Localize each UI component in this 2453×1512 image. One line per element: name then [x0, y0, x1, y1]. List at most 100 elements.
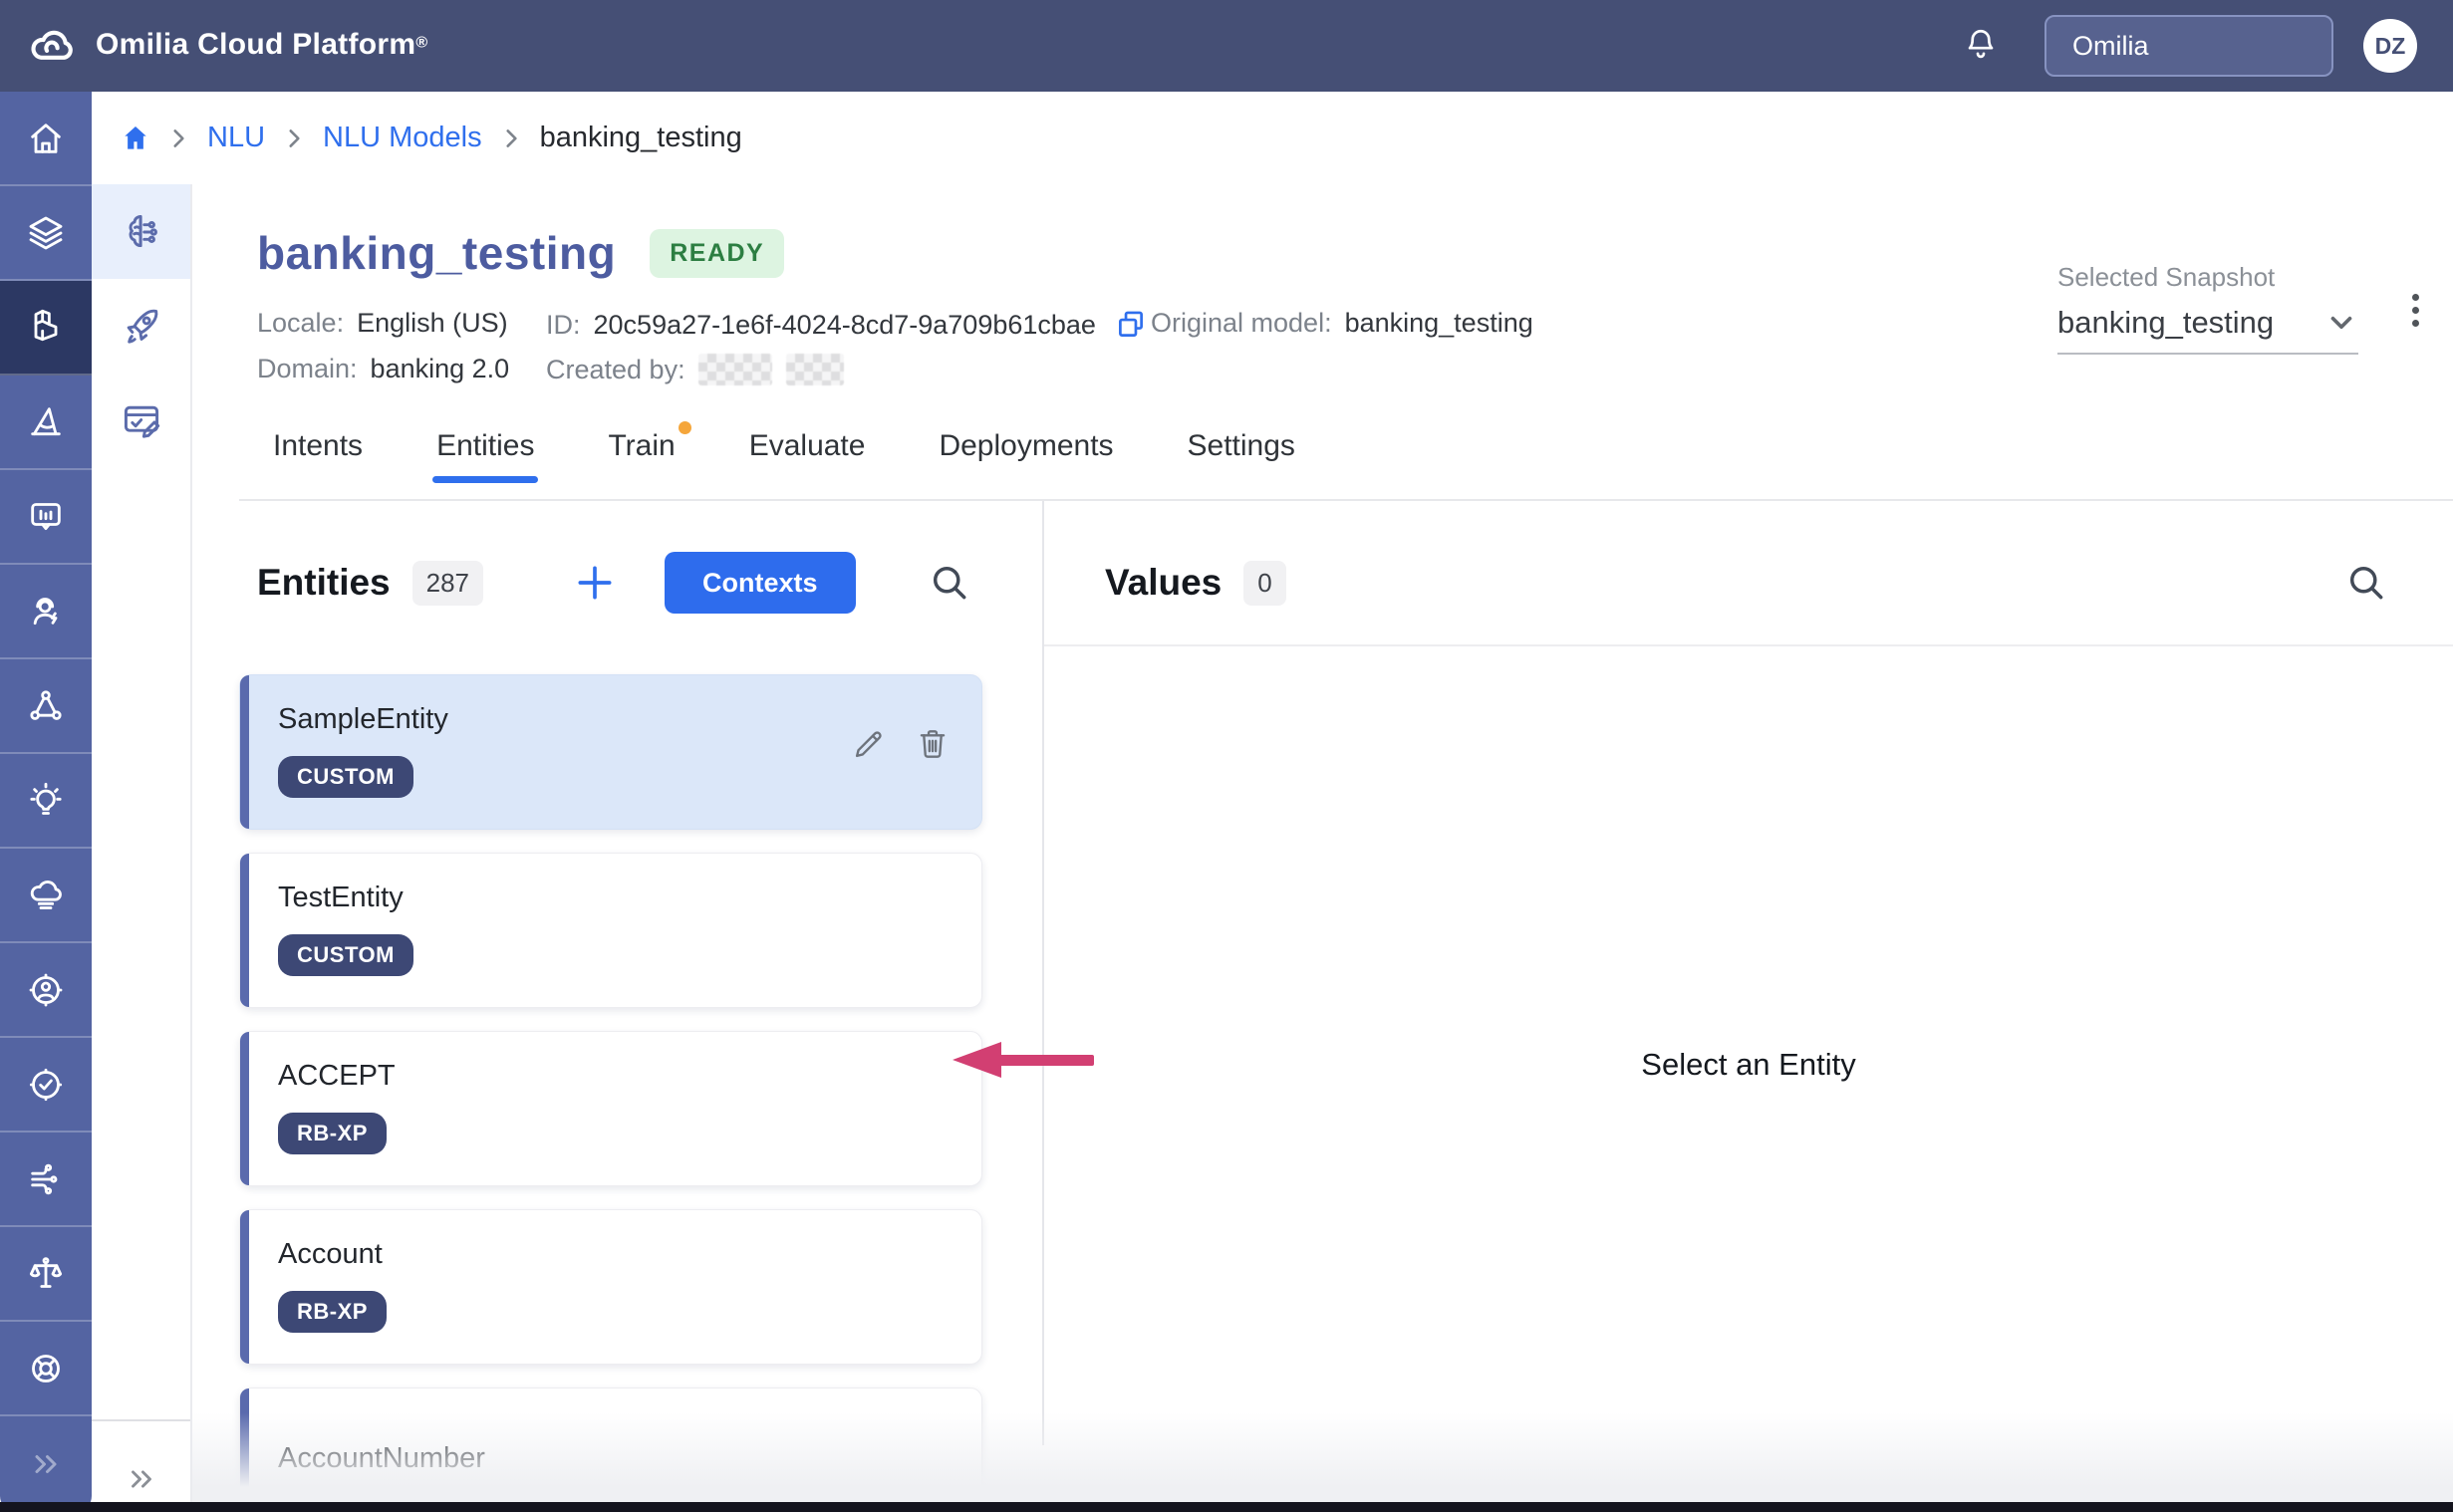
entities-count-badge: 287 — [412, 561, 483, 606]
entity-card-accept[interactable]: ACCEPT RB-XP — [239, 1031, 982, 1186]
values-search-icon[interactable] — [2344, 561, 2388, 605]
chip-icon — [26, 1159, 66, 1199]
entity-card-account-number[interactable]: AccountNumber — [239, 1387, 982, 1512]
original-model-value: banking_testing — [1345, 308, 1533, 339]
entity-name: AccountNumber — [278, 1442, 981, 1475]
values-title: Values — [1105, 562, 1222, 604]
domain-label: Domain: — [257, 354, 358, 384]
values-header-divider — [1044, 644, 2453, 646]
snapshot-value: banking_testing — [2057, 305, 2274, 341]
original-model-label: Original model: — [1151, 308, 1332, 339]
entity-name: TestEntity — [278, 882, 981, 914]
entities-title: Entities — [257, 562, 391, 604]
values-empty-state: Select an Entity — [1044, 1047, 2453, 1083]
breadcrumb: NLU NLU Models banking_testing — [92, 92, 2453, 184]
form-check-icon — [120, 399, 163, 443]
model-title-row: banking_testing READY — [257, 226, 784, 280]
compass-icon — [26, 402, 66, 442]
notifications-bell-icon[interactable] — [1963, 26, 1999, 67]
registered-mark: ® — [415, 35, 427, 52]
sidebar-item-network[interactable] — [0, 659, 92, 754]
breadcrumb-nlu[interactable]: NLU — [207, 122, 265, 154]
id-label: ID: — [546, 310, 581, 341]
brand: Omilia Cloud Platform® — [26, 19, 427, 73]
layers-icon — [26, 213, 66, 253]
badge-check-icon — [26, 1065, 66, 1105]
sidebar-item-deployments-secondary[interactable] — [92, 279, 190, 374]
entity-card-test-entity[interactable]: TestEntity CUSTOM — [239, 853, 982, 1008]
user-gear-icon — [26, 970, 66, 1010]
sidebar-item-insights[interactable] — [0, 754, 92, 849]
entity-card-sample-entity[interactable]: SampleEntity CUSTOM — [239, 674, 982, 830]
entity-type-badge: CUSTOM — [278, 756, 413, 798]
sidebar-item-nlu[interactable] — [92, 184, 190, 279]
topbar-right: Omilia DZ — [1963, 15, 2417, 77]
sidebar-item-integrations[interactable] — [0, 1133, 92, 1227]
sidebar-item-forms-secondary[interactable] — [92, 374, 190, 468]
entities-values-panels: Entities 287 Contexts Values 0 Select a — [192, 501, 2453, 1512]
copy-id-icon[interactable] — [1114, 308, 1148, 342]
domain-value: banking 2.0 — [371, 354, 510, 384]
breadcrumb-home-icon[interactable] — [120, 123, 151, 154]
snapshot-select[interactable]: banking_testing — [2057, 305, 2358, 355]
annotation-arrow — [953, 1041, 1094, 1079]
values-count-badge: 0 — [1243, 561, 1285, 606]
add-entity-icon[interactable] — [573, 561, 617, 605]
sidebar-collapse-button[interactable] — [0, 1416, 92, 1512]
scales-icon — [26, 1254, 66, 1294]
delete-entity-icon[interactable] — [914, 725, 952, 763]
sidebar-item-layers[interactable] — [0, 186, 92, 281]
secondary-sidebar-collapse-button[interactable] — [92, 1462, 190, 1496]
sidebar-item-analytics[interactable] — [0, 376, 92, 470]
sidebar-item-cloud-services[interactable] — [0, 849, 92, 943]
user-avatar[interactable]: DZ — [2363, 19, 2417, 73]
tab-evaluate[interactable]: Evaluate — [749, 429, 866, 463]
breadcrumb-nlu-models[interactable]: NLU Models — [323, 122, 482, 154]
tab-intents[interactable]: Intents — [273, 429, 363, 463]
snapshot-selector: Selected Snapshot banking_testing — [2057, 262, 2358, 355]
contexts-button[interactable]: Contexts — [665, 552, 856, 614]
sidebar-item-home[interactable] — [0, 92, 92, 186]
support-agent-icon — [26, 592, 66, 631]
omilia-cloud-logo-icon — [26, 21, 78, 73]
sidebar-item-agent[interactable] — [0, 565, 92, 659]
more-options-icon[interactable] — [2408, 290, 2423, 331]
sidebar-item-conversations[interactable] — [0, 470, 92, 565]
page-title: banking_testing — [257, 226, 616, 280]
main-content: banking_testing READY Locale: English (U… — [192, 184, 2453, 1512]
secondary-sidebar-divider — [92, 1419, 190, 1421]
cloud-services-icon — [26, 876, 66, 915]
tenant-selector-button[interactable]: Omilia — [2044, 15, 2333, 77]
chevron-right-icon — [165, 126, 191, 151]
rocket-icon — [120, 305, 163, 349]
entities-search-icon[interactable] — [928, 561, 971, 605]
sidebar-item-quality[interactable] — [0, 1038, 92, 1133]
entity-actions — [850, 725, 952, 763]
id-value: 20c59a27-1e6f-4024-8cd7-9a709b61cbae — [594, 310, 1096, 341]
collapse-icon — [125, 1462, 158, 1496]
tab-entities[interactable]: Entities — [436, 429, 534, 463]
sidebar-item-compliance[interactable] — [0, 1227, 92, 1322]
network-icon — [26, 686, 66, 726]
entity-card-account[interactable]: Account RB-XP — [239, 1209, 982, 1365]
locale-value: English (US) — [357, 308, 508, 339]
entity-name: ACCEPT — [278, 1060, 981, 1093]
window-bottom-edge — [0, 1502, 2453, 1512]
edit-entity-icon[interactable] — [850, 725, 888, 763]
sidebar-item-blocks[interactable] — [0, 281, 92, 376]
tab-settings[interactable]: Settings — [1188, 429, 1295, 463]
lifebuoy-icon — [26, 1349, 66, 1388]
sidebar-item-support[interactable] — [0, 1322, 92, 1416]
entities-panel-header: Entities 287 Contexts — [257, 551, 994, 615]
notification-dot — [679, 421, 691, 434]
primary-sidebar — [0, 92, 92, 1512]
model-tabs: Intents Entities Train Evaluate Deployme… — [273, 429, 1295, 463]
tab-deployments[interactable]: Deployments — [939, 429, 1113, 463]
collapse-icon — [28, 1446, 64, 1482]
sidebar-item-user-settings[interactable] — [0, 943, 92, 1038]
entity-name: Account — [278, 1238, 981, 1271]
snapshot-label: Selected Snapshot — [2057, 262, 2358, 293]
meta-domain: Domain: banking 2.0 — [257, 354, 509, 384]
topbar: Omilia Cloud Platform® Omilia DZ — [0, 0, 2453, 92]
tab-train[interactable]: Train — [608, 429, 675, 463]
